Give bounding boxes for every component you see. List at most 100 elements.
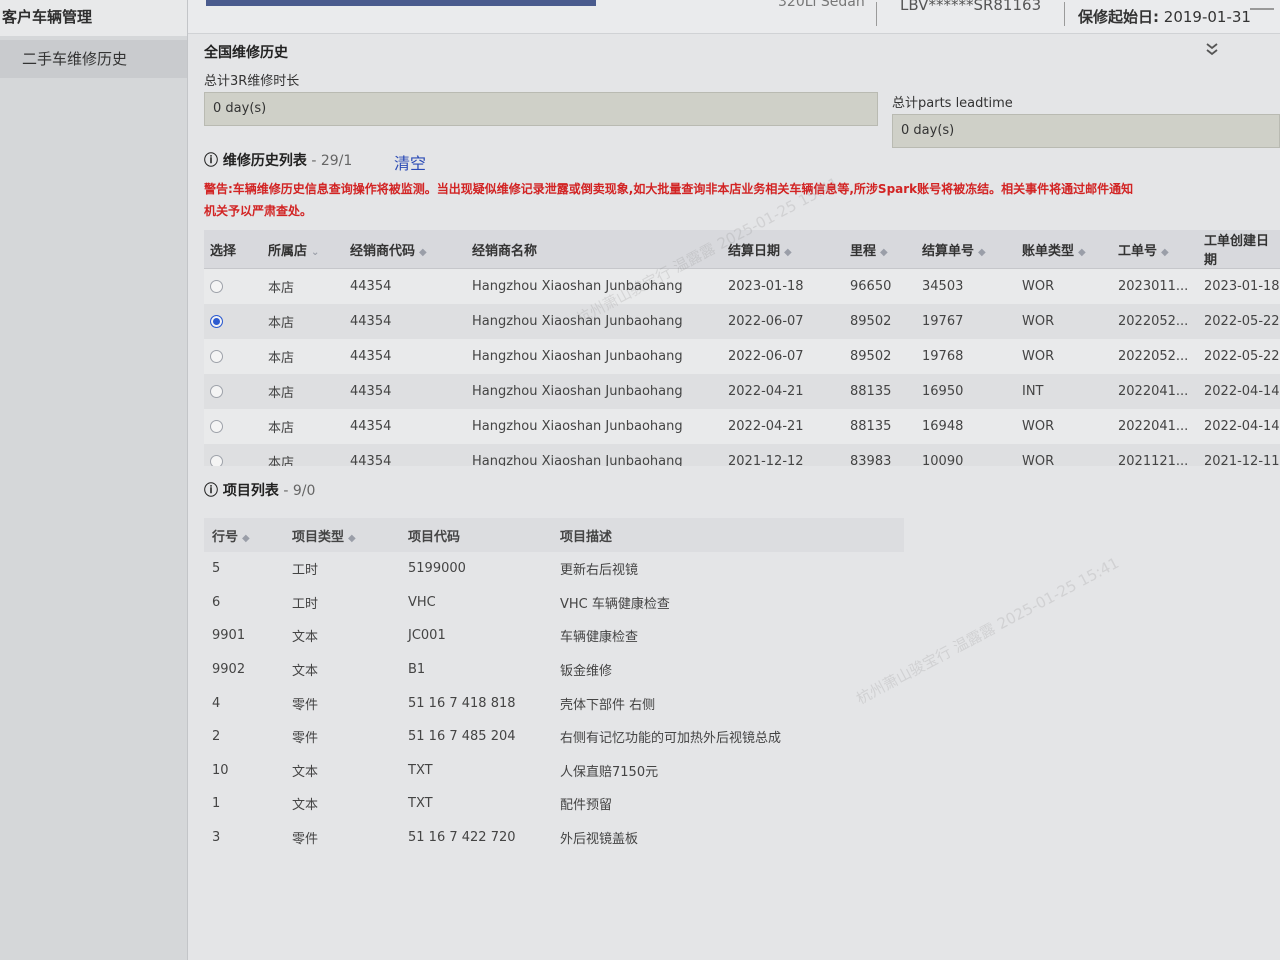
warranty-date: 2019-01-31 bbox=[1163, 8, 1251, 26]
cell-settle-no: 34503 bbox=[916, 268, 1016, 304]
table-row[interactable]: 本店 44354 Hangzhou Xiaoshan Junbaohang 20… bbox=[204, 443, 1280, 466]
row-select-radio[interactable] bbox=[210, 314, 223, 328]
col-header-item-type[interactable]: 项目类型 ◆ bbox=[284, 518, 400, 552]
section-title: 全国维修历史 bbox=[204, 45, 288, 61]
cell-bill-type: WOR bbox=[1016, 268, 1112, 304]
cell-code: VHC bbox=[408, 594, 436, 610]
sort-icon[interactable]: ◆ bbox=[1078, 247, 1086, 258]
cell-wo-no: 2022052... bbox=[1112, 338, 1198, 374]
col-header-store[interactable]: 所属店 ⌄ bbox=[262, 230, 344, 269]
cell-wo-date: 2022-04-14 bbox=[1198, 408, 1280, 444]
cell-settle-no: 10090 bbox=[916, 443, 1016, 466]
col-header-label: 账单类型 bbox=[1022, 243, 1075, 259]
table-row: 10 文本 TXT 人保直赔7150元 bbox=[204, 754, 904, 788]
chevron-down-icon[interactable]: ⌄ bbox=[311, 247, 319, 258]
cell-wo-date: 2022-05-22 bbox=[1198, 303, 1280, 339]
cell-type: 零件 bbox=[292, 697, 319, 713]
sort-icon[interactable]: ◆ bbox=[784, 247, 792, 258]
cell-dealer-code: 44354 bbox=[344, 268, 466, 304]
cell-wo-date: 2022-04-14 bbox=[1198, 373, 1280, 409]
cell-code: 51 16 7 422 720 bbox=[408, 830, 516, 846]
cell-dealer-code: 44354 bbox=[344, 408, 466, 444]
col-header-mileage[interactable]: 里程 ◆ bbox=[844, 230, 916, 269]
cell-dealer-name: Hangzhou Xiaoshan Junbaohang bbox=[466, 268, 722, 304]
sidebar-group-customer-vehicle[interactable]: 客户车辆管理 bbox=[0, 0, 187, 36]
cell-line: 5 bbox=[212, 561, 221, 577]
tab-highlight bbox=[206, 0, 596, 6]
row-select-radio[interactable] bbox=[210, 279, 223, 293]
table-row: 9902 文本 B1 钣金维修 bbox=[204, 653, 904, 687]
cell-dealer-name: Hangzhou Xiaoshan Junbaohang bbox=[466, 443, 722, 466]
cell-mileage: 88135 bbox=[844, 373, 916, 409]
cell-dealer-code: 44354 bbox=[344, 443, 466, 466]
cell-type: 文本 bbox=[292, 798, 319, 814]
cell-mileage: 88135 bbox=[844, 408, 916, 444]
cell-line: 10 bbox=[212, 762, 229, 778]
col-header-label: 里程 bbox=[850, 243, 877, 259]
sort-icon[interactable]: ◆ bbox=[880, 247, 888, 258]
cell-dealer-name: Hangzhou Xiaoshan Junbaohang bbox=[466, 338, 722, 374]
cell-settle-date: 2022-04-21 bbox=[722, 373, 844, 409]
divider bbox=[1064, 2, 1065, 26]
col-header-item-code: 项目代码 bbox=[400, 518, 552, 552]
cell-wo-no: 2023011... bbox=[1112, 268, 1198, 304]
cell-line: 9901 bbox=[212, 628, 246, 644]
row-select-radio[interactable] bbox=[210, 349, 223, 363]
cell-wo-no: 2022041... bbox=[1112, 408, 1198, 444]
sort-icon[interactable]: ◆ bbox=[242, 533, 250, 544]
cell-type: 工时 bbox=[292, 596, 319, 612]
col-header-wo-date[interactable]: 工单创建日期 bbox=[1198, 230, 1280, 269]
cell-line: 6 bbox=[212, 594, 221, 610]
table-row[interactable]: 本店 44354 Hangzhou Xiaoshan Junbaohang 20… bbox=[204, 268, 1280, 304]
info-icon: ⓘ bbox=[204, 483, 223, 499]
col-header-settle-date[interactable]: 结算日期 ◆ bbox=[722, 230, 844, 269]
col-header-settle-no[interactable]: 结算单号 ◆ bbox=[916, 230, 1016, 269]
cell-bill-type: WOR bbox=[1016, 303, 1112, 339]
table-row[interactable]: 本店 44354 Hangzhou Xiaoshan Junbaohang 20… bbox=[204, 338, 1280, 374]
table-row[interactable]: 本店 44354 Hangzhou Xiaoshan Junbaohang 20… bbox=[204, 373, 1280, 409]
cell-type: 文本 bbox=[292, 664, 319, 680]
cell-bill-type: INT bbox=[1016, 373, 1112, 409]
cell-dealer-name: Hangzhou Xiaoshan Junbaohang bbox=[466, 373, 722, 409]
cell-desc: 壳体下部件 右侧 bbox=[560, 697, 656, 713]
history-header-row: 选择 所属店 ⌄ 经销商代码 ◆ 经销商名称 结算日期 ◆ 里程 ◆ 结算单号 ◆ 账单类… bbox=[204, 230, 1280, 269]
sort-icon[interactable]: ◆ bbox=[1161, 247, 1169, 258]
col-header-select: 选择 bbox=[204, 230, 262, 269]
sidebar-item-used-car-history[interactable]: 二手车维修历史 bbox=[0, 40, 187, 78]
cell-type: 文本 bbox=[292, 764, 319, 780]
item-table-container: 行号 ◆ 项目类型 ◆ 项目代码 项目描述 5 工时 5199000 更新右后视镜 6 工时… bbox=[204, 518, 904, 854]
warning-line: 警告:车辆维修历史信息查询操作将被监测。当出现疑似维修记录泄露或倒卖现象,如大批… bbox=[204, 182, 1134, 196]
sort-icon[interactable]: ◆ bbox=[348, 533, 356, 544]
divider bbox=[876, 2, 877, 26]
cell-settle-date: 2023-01-18 bbox=[722, 268, 844, 304]
cell-wo-date: 2022-05-22 bbox=[1198, 338, 1280, 374]
sort-icon[interactable]: ◆ bbox=[978, 247, 986, 258]
row-select-radio[interactable] bbox=[210, 419, 223, 433]
history-title-text: 维修历史列表 bbox=[222, 153, 307, 169]
row-select-radio[interactable] bbox=[210, 384, 223, 398]
warranty-start: 保修起始日: 2019-01-31 bbox=[1078, 6, 1251, 27]
col-header-line[interactable]: 行号 ◆ bbox=[204, 518, 284, 552]
cell-store: 本店 bbox=[262, 338, 344, 374]
vehicle-vin: LBV******SR81163 bbox=[900, 0, 1042, 14]
col-header-label: 工单号 bbox=[1118, 243, 1158, 259]
row-select-radio[interactable] bbox=[210, 454, 223, 466]
sort-icon[interactable]: ◆ bbox=[419, 247, 427, 258]
history-count: - 29/1 bbox=[306, 153, 353, 169]
cell-line: 4 bbox=[212, 695, 221, 711]
table-row[interactable]: 本店 44354 Hangzhou Xiaoshan Junbaohang 20… bbox=[204, 408, 1280, 444]
col-header-bill-type[interactable]: 账单类型 ◆ bbox=[1016, 230, 1112, 269]
cell-desc: 更新右后视镜 bbox=[560, 563, 639, 579]
cell-line: 2 bbox=[212, 729, 221, 745]
history-list-title: ⓘ 维修历史列表 - 29/1 bbox=[204, 150, 352, 170]
cell-store: 本店 bbox=[262, 408, 344, 444]
col-header-wo-no[interactable]: 工单号 ◆ bbox=[1112, 230, 1198, 269]
clear-button[interactable]: 清空 bbox=[394, 150, 426, 174]
col-header-dealer-code[interactable]: 经销商代码 ◆ bbox=[344, 230, 466, 269]
item-list-title: ⓘ 项目列表 - 9/0 bbox=[204, 480, 315, 500]
history-table: 选择 所属店 ⌄ 经销商代码 ◆ 经销商名称 结算日期 ◆ 里程 ◆ 结算单号 ◆ 账单类… bbox=[204, 230, 1280, 466]
double-chevron-down-icon[interactable] bbox=[1206, 42, 1218, 60]
cell-wo-date: 2021-12-11 bbox=[1198, 443, 1280, 466]
table-row: 1 文本 TXT 配件预留 bbox=[204, 787, 904, 821]
table-row[interactable]: 本店 44354 Hangzhou Xiaoshan Junbaohang 20… bbox=[204, 303, 1280, 339]
